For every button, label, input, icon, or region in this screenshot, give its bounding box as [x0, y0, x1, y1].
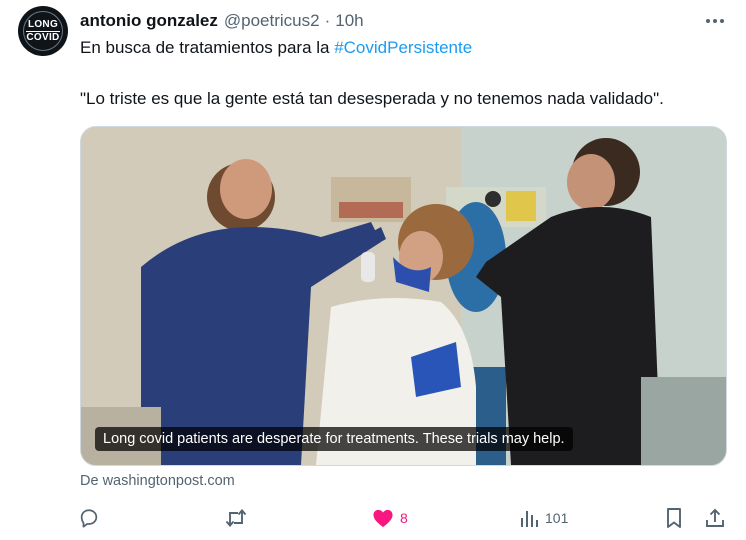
share-icon [706, 508, 724, 527]
share-button[interactable] [704, 503, 726, 533]
link-card[interactable]: Long covid patients are desperate for tr… [80, 126, 727, 466]
tweet-text-prefix: En busca de tratamientos para la [80, 38, 335, 57]
avatar[interactable]: LONG COVID [18, 6, 68, 56]
bookmark-icon [667, 508, 681, 528]
header-separator: · [324, 11, 331, 30]
views-icon [521, 511, 538, 527]
reply-icon [80, 509, 98, 528]
card-caption: Long covid patients are desperate for tr… [95, 427, 573, 451]
author-name[interactable]: antonio gonzalez [80, 11, 218, 31]
more-icon [706, 19, 724, 23]
card-source[interactable]: De washingtonpost.com [80, 473, 235, 489]
views-count: 101 [545, 510, 569, 526]
like-button[interactable]: 8 [372, 503, 408, 533]
hashtag-link[interactable]: #CovidPersistente [334, 38, 472, 57]
retweet-button[interactable] [224, 503, 248, 533]
heart-icon [373, 509, 393, 528]
more-button[interactable] [700, 8, 730, 34]
tweet-text: En busca de tratamientos para la #CovidP… [80, 38, 472, 58]
action-bar: 8 101 [0, 503, 746, 533]
tweet-quote: "Lo triste es que la gente está tan dese… [80, 89, 664, 108]
reply-button[interactable] [78, 503, 100, 533]
views-button[interactable]: 101 [519, 503, 568, 533]
avatar-logo: LONG COVID [26, 18, 60, 43]
tweet-header: antonio gonzalez @poetricus2 · 10h [80, 8, 364, 34]
bookmark-button[interactable] [664, 503, 684, 533]
author-handle[interactable]: @poetricus2 [224, 11, 320, 31]
like-count: 8 [400, 510, 408, 526]
avatar-logo-line2: COVID [26, 31, 60, 43]
tweet-timestamp[interactable]: 10h [335, 11, 363, 31]
avatar-logo-line1: LONG [26, 18, 60, 32]
retweet-icon [225, 509, 247, 527]
card-photo [81, 127, 726, 465]
